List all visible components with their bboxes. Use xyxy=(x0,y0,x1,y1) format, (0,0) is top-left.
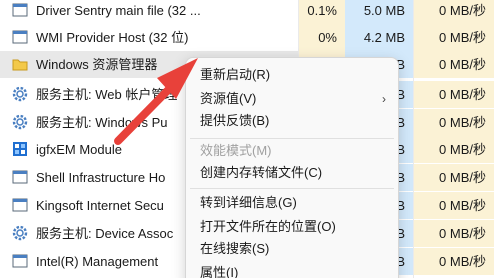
gear-icon xyxy=(12,86,28,102)
menu-item-label: 属性(I) xyxy=(200,265,239,278)
menu-item-label: 打开文件所在的位置(O) xyxy=(200,219,336,234)
process-name: 服务主机: Device Assoc xyxy=(36,226,174,241)
disk-value: 0 MB/秒 xyxy=(413,220,494,247)
cpu-value: 0% xyxy=(298,24,345,51)
process-name-cell: WMI Provider Host (32 位) xyxy=(0,24,298,51)
gear-icon xyxy=(12,225,28,241)
menu-item-label: 创建内存转储文件(C) xyxy=(200,165,323,180)
menu-item-label: 在线搜索(S) xyxy=(200,241,270,256)
process-name: 服务主机: Windows Pu xyxy=(36,115,168,130)
chevron-right-icon: › xyxy=(382,92,386,106)
process-name: igfxEM Module xyxy=(36,142,122,157)
folder-icon xyxy=(12,59,28,71)
gear-icon xyxy=(12,114,28,130)
process-name: Kingsoft Internet Secu xyxy=(36,198,164,213)
menu-item-label: 重新启动(R) xyxy=(200,67,271,82)
process-row[interactable]: WMI Provider Host (32 位) 0% 4.2 MB 0 MB/… xyxy=(0,24,494,51)
app-window-icon xyxy=(12,254,28,268)
disk-value: 0 MB/秒 xyxy=(413,0,494,24)
app-window-icon xyxy=(12,30,28,44)
menu-item-label: 提供反馈(B) xyxy=(200,113,270,128)
menu-item-feedback[interactable]: 提供反馈(B) xyxy=(186,109,398,133)
app-window-icon xyxy=(12,170,28,184)
disk-value: 0 MB/秒 xyxy=(413,192,494,219)
column-divider xyxy=(413,0,414,278)
memory-value: 5.0 MB xyxy=(345,0,413,24)
menu-item-go-to-details[interactable]: 转到详细信息(G) xyxy=(186,191,398,215)
disk-value: 0 MB/秒 xyxy=(413,136,494,163)
menu-item-restart[interactable]: 重新启动(R) xyxy=(186,63,398,87)
menu-item-resource-values[interactable]: 资源值(V) › xyxy=(186,87,398,111)
menu-item-label: 效能模式(M) xyxy=(200,143,272,158)
process-name: Intel(R) Management xyxy=(36,254,159,269)
app-window-icon xyxy=(12,3,28,17)
menu-separator xyxy=(190,188,394,189)
disk-value: 0 MB/秒 xyxy=(413,164,494,191)
process-name: Windows 资源管理器 xyxy=(36,57,158,72)
process-name-cell: Driver Sentry main file (32 ... xyxy=(0,0,298,24)
app-window-icon xyxy=(12,198,28,212)
disk-value: 0 MB/秒 xyxy=(413,24,494,51)
process-row[interactable]: Driver Sentry main file (32 ... 0.1% 5.0… xyxy=(0,0,494,24)
menu-item-efficiency-mode: 效能模式(M) xyxy=(186,139,398,163)
process-name: Shell Infrastructure Ho xyxy=(36,170,166,185)
process-name: Driver Sentry main file (32 ... xyxy=(36,3,201,18)
disk-value: 0 MB/秒 xyxy=(413,109,494,136)
context-menu: 重新启动(R) 资源值(V) › 提供反馈(B) 效能模式(M) 创建内存转储文件… xyxy=(185,57,399,278)
menu-item-open-file-location[interactable]: 打开文件所在的位置(O) xyxy=(186,215,398,239)
memory-value: 4.2 MB xyxy=(345,24,413,51)
disk-value: 0 MB/秒 xyxy=(413,81,494,108)
menu-item-properties[interactable]: 属性(I) xyxy=(186,261,398,278)
menu-item-label: 资源值(V) xyxy=(200,91,257,106)
process-name: WMI Provider Host (32 位) xyxy=(36,30,189,45)
menu-item-create-dump[interactable]: 创建内存转储文件(C) xyxy=(186,161,398,185)
process-name: 服务主机: Web 帐户管理 xyxy=(36,87,178,102)
intel-graphics-icon xyxy=(13,142,27,156)
menu-item-search-online[interactable]: 在线搜索(S) xyxy=(186,237,398,261)
menu-item-label: 转到详细信息(G) xyxy=(200,195,297,210)
disk-value: 0 MB/秒 xyxy=(413,51,494,78)
disk-value: 0 MB/秒 xyxy=(413,248,494,275)
cpu-value: 0.1% xyxy=(298,0,345,24)
